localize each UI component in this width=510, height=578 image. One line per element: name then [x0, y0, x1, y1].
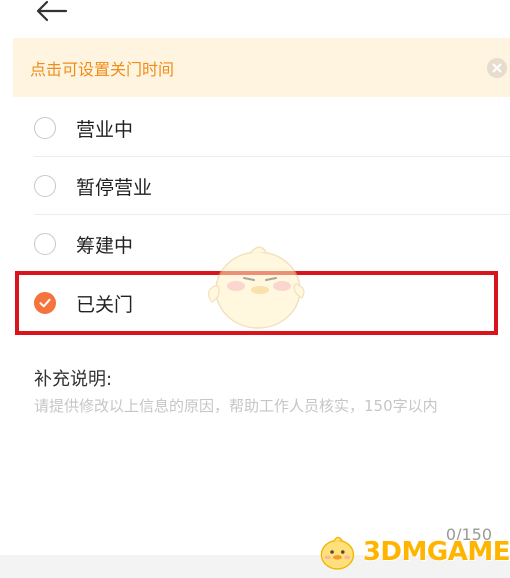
watermark-text: 3DMGAME	[362, 537, 510, 567]
chick-logo-icon	[320, 536, 355, 570]
arrow-left-icon	[36, 0, 68, 22]
radio-unchecked-icon[interactable]	[34, 233, 56, 255]
status-option-label: 营业中	[76, 118, 134, 141]
close-time-notice-banner[interactable]: 点击可设置关门时间	[13, 38, 510, 97]
remarks-title: 补充说明:	[34, 369, 113, 390]
status-option-label: 筹建中	[76, 234, 134, 257]
status-option-paused[interactable]: 暂停营业	[34, 157, 510, 215]
status-option-open[interactable]: 营业中	[34, 99, 510, 157]
close-icon	[487, 58, 507, 78]
site-watermark: 3DMGAME	[316, 526, 510, 578]
notice-close-button[interactable]	[487, 58, 507, 78]
notice-text: 点击可设置关门时间	[30, 59, 175, 79]
status-option-label: 暂停营业	[76, 176, 153, 199]
radio-unchecked-icon[interactable]	[34, 175, 56, 197]
remarks-input[interactable]	[34, 395, 494, 525]
mascot-watermark-icon	[207, 246, 305, 329]
back-button[interactable]	[34, 0, 68, 22]
radio-unchecked-icon[interactable]	[34, 117, 56, 139]
